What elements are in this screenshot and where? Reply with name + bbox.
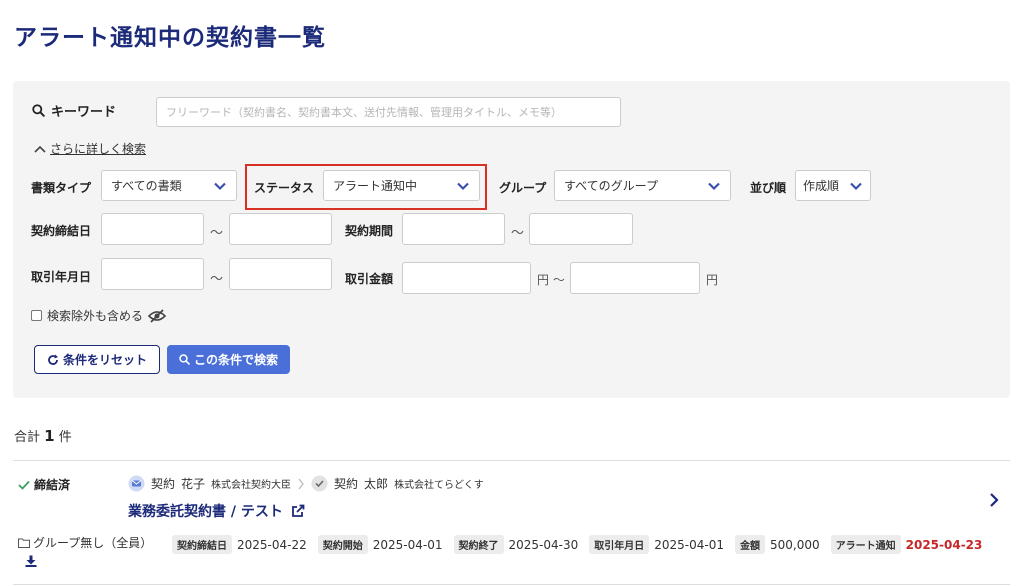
trade-date-label: 取引年月日 xyxy=(31,270,92,284)
doc-type-select-value: すべての書類 xyxy=(111,179,182,193)
meta-value-alert: 2025-04-23 xyxy=(905,537,983,552)
result-divider-top xyxy=(13,460,1010,461)
check-icon xyxy=(18,480,30,490)
keyword-label: キーワード xyxy=(32,101,116,120)
keyword-label-text: キーワード xyxy=(51,105,117,120)
meta-tag-trade: 取引年月日 xyxy=(589,535,650,554)
contract-meta: 契約締結日 2025-04-22 契約開始 2025-04-01 契約終了 20… xyxy=(172,535,982,554)
sender-name2: 花子 xyxy=(181,477,206,491)
group-select-value: すべてのグループ xyxy=(564,179,658,193)
search-button-label: この条件で検索 xyxy=(193,353,278,367)
range-separator: 〜 xyxy=(210,226,224,241)
receiver-company: 株式会社てらどくす xyxy=(394,480,484,491)
amount-label: 取引金額 xyxy=(345,272,394,286)
search-icon xyxy=(32,104,45,117)
chevron-up-icon xyxy=(34,145,46,153)
trade-date-to-input[interactable] xyxy=(229,258,332,290)
contract-parties: 契約 花子 株式会社契約大臣 契約 太郎 株式会社てらどくす xyxy=(128,475,484,492)
doc-type-label: 書類タイプ xyxy=(31,181,92,195)
reset-conditions-label: 条件をリセット xyxy=(62,353,147,367)
keyword-search-input[interactable] xyxy=(156,97,621,127)
envelope-icon xyxy=(128,475,145,492)
amount-from-input[interactable] xyxy=(402,262,531,294)
meta-value-start: 2025-04-01 xyxy=(372,537,443,552)
contract-status-label: 締結済 xyxy=(34,478,71,492)
meta-tag-start: 契約開始 xyxy=(317,535,368,554)
receiver-name2: 太郎 xyxy=(364,477,389,491)
page-title: アラート通知中の契約書一覧 xyxy=(14,25,326,51)
amount-unit-mid: 円 〜 xyxy=(537,273,565,287)
group-label: グループ xyxy=(499,181,547,195)
check-circle-icon xyxy=(311,475,328,492)
detail-search-toggle-label: さらに詳しく検索 xyxy=(50,142,147,156)
range-separator: 〜 xyxy=(210,272,224,287)
contract-group: グループ無し（全員） xyxy=(18,534,152,551)
sort-label: 並び順 xyxy=(750,181,787,195)
amount-to-input[interactable] xyxy=(570,262,700,294)
range-separator: 〜 xyxy=(511,226,525,241)
chevron-down-icon xyxy=(708,182,720,190)
folder-icon xyxy=(18,538,30,548)
amount-unit-end: 円 xyxy=(706,273,719,287)
meta-tag-signed: 契約締結日 xyxy=(172,535,232,554)
contract-group-label: グループ無し（全員） xyxy=(33,536,153,550)
receiver-name1: 契約 xyxy=(334,477,359,491)
eye-slash-icon xyxy=(148,308,167,323)
download-icon[interactable] xyxy=(25,555,37,567)
contract-title: 業務委託契約書 / テスト xyxy=(128,504,283,520)
meta-value-end: 2025-04-30 xyxy=(508,537,579,552)
contract-period-from-input[interactable] xyxy=(402,213,505,245)
include-excluded-label: 検索除外も含める xyxy=(47,309,144,323)
result-total-count: 1 xyxy=(44,427,55,445)
group-select[interactable]: すべてのグループ xyxy=(554,170,731,201)
contract-date-label: 契約締結日 xyxy=(31,224,92,238)
sort-select-value: 作成順 xyxy=(803,179,840,193)
meta-tag-end: 契約終了 xyxy=(453,535,504,554)
meta-value-amount: 500,000 xyxy=(770,537,820,552)
result-total: 合計 1 件 xyxy=(14,426,72,445)
result-divider-bottom xyxy=(13,584,1010,585)
chevron-right-icon xyxy=(298,478,304,489)
meta-value-trade: 2025-04-01 xyxy=(654,537,724,552)
sender-company: 株式会社契約大臣 xyxy=(211,480,292,491)
doc-type-select[interactable]: すべての書類 xyxy=(101,170,237,201)
include-excluded-option[interactable]: 検索除外も含める xyxy=(31,307,167,324)
contract-title-link[interactable]: 業務委託契約書 / テスト xyxy=(128,501,305,521)
contract-date-to-input[interactable] xyxy=(229,213,332,245)
reset-conditions-button[interactable]: 条件をリセット xyxy=(34,345,160,374)
meta-tag-amount: 金額 xyxy=(735,535,765,554)
trade-date-from-input[interactable] xyxy=(101,258,204,290)
contract-date-from-input[interactable] xyxy=(101,213,204,245)
sort-select[interactable]: 作成順 xyxy=(795,170,871,201)
contract-status: 締結済 xyxy=(18,476,70,493)
sender-name1: 契約 xyxy=(151,477,176,491)
result-total-prefix: 合計 xyxy=(14,430,41,445)
chevron-right-icon[interactable] xyxy=(987,492,1001,508)
contract-period-label: 契約期間 xyxy=(345,224,394,238)
chevron-down-icon xyxy=(214,182,226,190)
include-excluded-checkbox[interactable] xyxy=(31,310,42,321)
refresh-icon xyxy=(48,354,58,365)
result-total-suffix: 件 xyxy=(58,430,72,445)
meta-value-signed: 2025-04-22 xyxy=(237,537,307,552)
external-link-icon[interactable] xyxy=(291,504,305,518)
search-icon xyxy=(179,354,190,365)
status-highlight-box xyxy=(245,164,487,210)
detail-search-toggle[interactable]: さらに詳しく検索 xyxy=(34,140,146,157)
contract-period-to-input[interactable] xyxy=(529,213,633,245)
chevron-down-icon xyxy=(850,182,862,190)
meta-tag-alert: アラート通知 xyxy=(830,535,901,554)
search-button[interactable]: この条件で検索 xyxy=(167,345,290,374)
